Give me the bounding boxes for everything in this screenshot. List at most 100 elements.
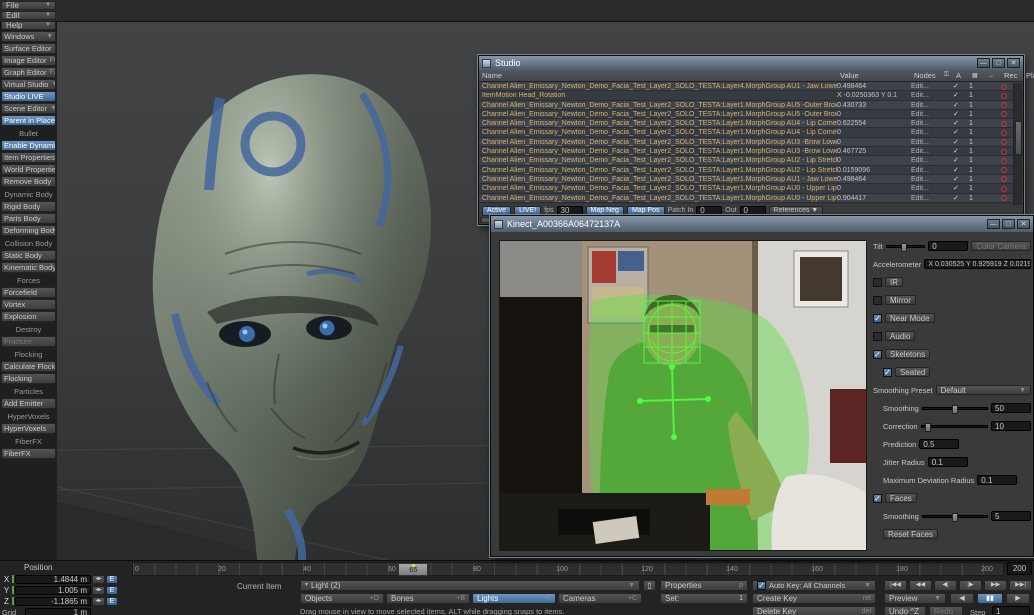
record-icon[interactable]: [1001, 158, 1007, 164]
maximize-icon[interactable]: □: [992, 58, 1005, 68]
sidebar-item-hypervoxels[interactable]: HyperVoxels: [1, 423, 56, 434]
channel-enabled-check[interactable]: ✓: [953, 101, 969, 110]
go-last-frame[interactable]: ▶▶|: [1009, 580, 1032, 591]
menu-edit[interactable]: Edit▼: [1, 11, 56, 20]
channel-row[interactable]: Channel Alien_Emissary_Newton_Demo_Facia…: [479, 101, 1023, 110]
footer-value-field[interactable]: 0: [740, 206, 766, 216]
channel-enabled-check[interactable]: ✓: [953, 110, 969, 119]
nodes-edit-button[interactable]: Edit...: [911, 138, 941, 147]
sidebar-item-parts-body[interactable]: Parts Body: [1, 213, 56, 224]
channel-value[interactable]: 0: [837, 184, 911, 193]
sidebar-item-windows[interactable]: Windows▼: [1, 31, 56, 42]
kinect-near-mode-checkbox[interactable]: ✓: [873, 314, 882, 323]
record-icon[interactable]: [1001, 186, 1007, 192]
channel-value[interactable]: 0.498464: [837, 175, 911, 184]
footer-value-field[interactable]: 0: [696, 206, 722, 216]
sidebar-item-parent-in-place[interactable]: Parent in Place: [1, 115, 56, 126]
record-icon[interactable]: [1001, 139, 1007, 145]
nodes-edit-button[interactable]: Edit...: [911, 101, 941, 110]
sidebar-item-fracture[interactable]: Fracture: [1, 336, 56, 347]
record-icon[interactable]: [1001, 195, 1007, 201]
envelope-button[interactable]: E: [106, 575, 118, 584]
select-cameras-button[interactable]: Cameras+C: [558, 593, 642, 604]
record-icon[interactable]: [1001, 111, 1007, 117]
sidebar-item-studio-live[interactable]: Studio LIVE: [1, 91, 56, 102]
studio-vertical-scrollbar[interactable]: [1013, 83, 1022, 205]
minimize-icon[interactable]: —: [977, 58, 990, 68]
nodes-edit-button[interactable]: Edit...: [911, 128, 941, 137]
kinect-correction-slider[interactable]: [921, 425, 988, 428]
footer-button-active[interactable]: Active: [482, 206, 511, 216]
envelope-button[interactable]: E: [106, 597, 118, 606]
footer-button-live[interactable]: LIVE!: [514, 206, 541, 216]
grid-icon[interactable]: ▦: [969, 72, 985, 79]
sidebar-item-add-emitter[interactable]: Add Emitter: [1, 398, 56, 409]
channel-enabled-check[interactable]: ✓: [953, 128, 969, 137]
create-key-button[interactable]: Create Keyret: [752, 593, 876, 604]
channel-row[interactable]: ItemMotion Head_RotationX -0.0250363 Y 0…: [479, 91, 1023, 100]
channel-row[interactable]: Channel Alien_Emissary_Newton_Demo_Facia…: [479, 82, 1023, 91]
record-icon[interactable]: [1001, 176, 1007, 182]
prev-keyframe[interactable]: ◀◀: [909, 580, 932, 591]
preview-dropdown[interactable]: Preview▼: [884, 593, 946, 604]
channel-row[interactable]: Channel Alien_Emissary_Newton_Demo_Facia…: [479, 147, 1023, 156]
slider-handle[interactable]: [901, 243, 907, 252]
kinect-reset-faces-button[interactable]: Reset Faces: [883, 529, 938, 539]
nodes-edit-button[interactable]: Edit...: [911, 166, 941, 175]
sidebar-item-fiberfx[interactable]: FiberFX: [1, 448, 56, 459]
close-icon[interactable]: ✕: [1007, 58, 1020, 68]
timeline-ruler[interactable]: 020406080100120140160180200 65: [132, 562, 1004, 576]
sidebar-item-calculate-flocks[interactable]: Calculate Flocks: [1, 361, 56, 372]
channel-enabled-check[interactable]: ✓: [953, 194, 969, 203]
column-header-nodes[interactable]: Nodes: [911, 71, 941, 80]
footer-button-references[interactable]: References ▼: [769, 206, 824, 216]
kinect-near-mode-label[interactable]: Near Mode: [885, 313, 935, 323]
sidebar-item-remove-body[interactable]: Remove Body: [1, 176, 56, 187]
channel-value[interactable]: 0: [837, 156, 911, 165]
channel-value[interactable]: 0.0159096: [837, 166, 911, 175]
nodes-edit-button[interactable]: Edit...: [911, 110, 941, 119]
channel-row[interactable]: Channel Alien_Emissary_Newton_Demo_Facia…: [479, 156, 1023, 165]
kinect-smoothing-slider[interactable]: [922, 407, 988, 410]
minimize-icon[interactable]: —: [987, 219, 1000, 229]
nodes-edit-button[interactable]: Edit...: [911, 175, 941, 184]
sidebar-item-graph-editor[interactable]: Graph EditorF2: [1, 67, 56, 78]
next-keyframe[interactable]: ▶▶: [984, 580, 1007, 591]
sidebar-item-enable-dynamics[interactable]: Enable Dynamics: [1, 140, 56, 151]
play-reverse-button[interactable]: ◀: [950, 593, 974, 604]
channel-enabled-check[interactable]: ✓: [953, 166, 969, 175]
channel-row[interactable]: Channel Alien_Emissary_Newton_Demo_Facia…: [479, 119, 1023, 128]
channel-row[interactable]: Channel Alien_Emissary_Newton_Demo_Facia…: [479, 194, 1023, 203]
kinect-smoothing-value[interactable]: 50: [991, 403, 1031, 413]
select-objects-button[interactable]: Objects+O: [300, 593, 384, 604]
record-icon[interactable]: [1001, 121, 1007, 127]
slider-handle[interactable]: [952, 405, 958, 414]
channel-value[interactable]: 0.498464: [837, 82, 911, 91]
channel-value[interactable]: 0.622554: [837, 119, 911, 128]
channel-value[interactable]: 0.904417: [837, 194, 911, 203]
arrows-icon[interactable]: ↔: [985, 73, 1001, 79]
kinect-skeletons-checkbox[interactable]: ✓: [873, 350, 882, 359]
channel-enabled-check[interactable]: ✓: [953, 156, 969, 165]
kinect-seated-checkbox[interactable]: ✓: [883, 368, 892, 377]
stepper-icon[interactable]: ◂▸: [92, 575, 105, 584]
stepper-icon[interactable]: ◂▸: [92, 597, 105, 606]
studio-titlebar[interactable]: Studio — □ ✕: [479, 56, 1023, 70]
column-header-rec[interactable]: Rec: [1001, 71, 1023, 80]
channel-enabled-check[interactable]: ✓: [953, 82, 969, 91]
sidebar-item-rigid-body[interactable]: Rigid Body: [1, 201, 56, 212]
step-value-field[interactable]: 1: [992, 606, 1030, 615]
properties-button[interactable]: Propertiesp: [660, 580, 748, 591]
close-icon[interactable]: ✕: [1017, 219, 1030, 229]
sidebar-item-item-properties[interactable]: Item Properties: [1, 152, 56, 163]
kinect-ir-label[interactable]: IR: [885, 277, 903, 287]
channel-enabled-check[interactable]: ✓: [953, 119, 969, 128]
position-z-value[interactable]: -1.1865 m: [15, 597, 91, 606]
nodes-edit-button[interactable]: Edit...: [911, 91, 941, 100]
item-list-icon[interactable]: ▯: [643, 580, 656, 591]
channel-row[interactable]: Channel Alien_Emissary_Newton_Demo_Facia…: [479, 128, 1023, 137]
channel-enabled-check[interactable]: ✓: [953, 175, 969, 184]
nodes-edit-button[interactable]: Edit...: [911, 119, 941, 128]
channel-row[interactable]: Channel Alien_Emissary_Newton_Demo_Facia…: [479, 175, 1023, 184]
record-icon[interactable]: [1001, 93, 1007, 99]
